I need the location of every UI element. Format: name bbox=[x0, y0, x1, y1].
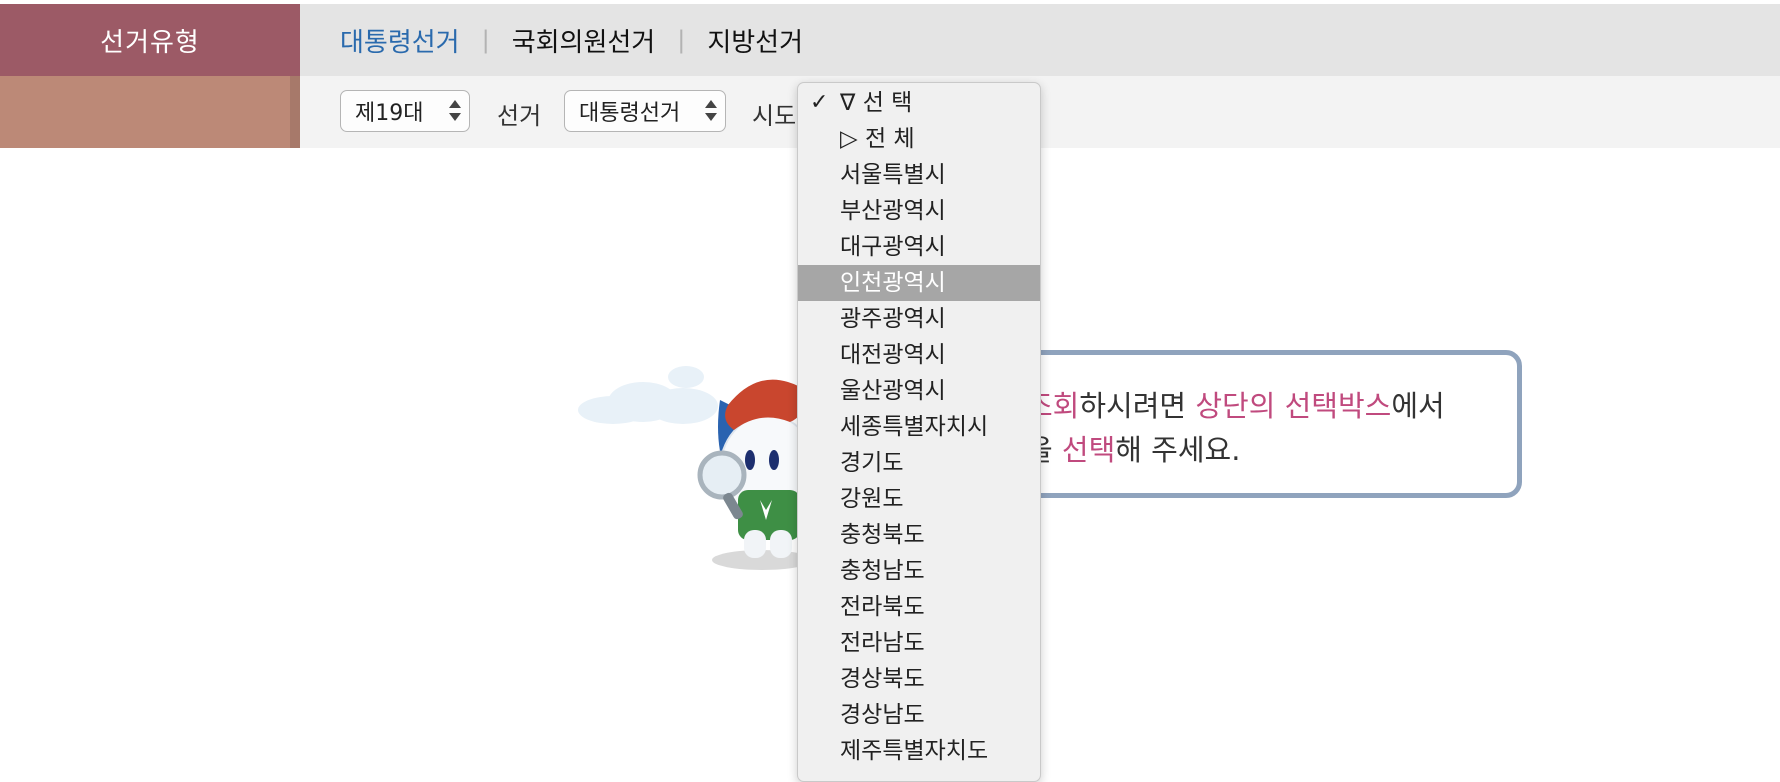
tab-separator: | bbox=[677, 26, 686, 54]
dropdown-option-seoul[interactable]: 서울특별시 bbox=[798, 157, 1040, 193]
dropdown-option-sejong[interactable]: 세종특별자치시 bbox=[798, 409, 1040, 445]
dropdown-option-busan[interactable]: 부산광역시 bbox=[798, 193, 1040, 229]
filter-bar-side-panel bbox=[0, 76, 290, 148]
term-select-value: 제19대 bbox=[355, 101, 424, 126]
dropdown-option-jeonbuk[interactable]: 전라북도 bbox=[798, 589, 1040, 625]
guidance-highlight: 선택 bbox=[1061, 433, 1116, 467]
guidance-message-text: 조회하시려면 상단의 선택박스에서 을 선택해 주세요. bbox=[1026, 384, 1445, 472]
dropdown-option-daejeon[interactable]: 대전광역시 bbox=[798, 337, 1040, 373]
election-type-tabs: 대통령선거 | 국회의원선거 | 지방선거 bbox=[340, 4, 803, 76]
tab-national-assembly[interactable]: 국회의원선거 bbox=[512, 22, 656, 59]
dropdown-option-gwangju[interactable]: 광주광역시 bbox=[798, 301, 1040, 337]
guidance-text: 하시려면 bbox=[1079, 389, 1196, 423]
dropdown-option-jeju[interactable]: 제주특별자치도 bbox=[798, 733, 1040, 769]
dropdown-option-all[interactable]: ▷ 전 체 bbox=[798, 121, 1040, 157]
term-select[interactable]: 제19대 bbox=[340, 90, 470, 132]
dropdown-option-jeonnam[interactable]: 전라남도 bbox=[798, 625, 1040, 661]
tab-separator: | bbox=[481, 26, 490, 54]
region-label: 시도 bbox=[752, 102, 797, 130]
election-select[interactable]: 대통령선거 bbox=[564, 90, 726, 132]
guidance-line-2: 을 선택해 주세요. bbox=[1026, 428, 1445, 472]
dropdown-option-ulsan[interactable]: 울산광역시 bbox=[798, 373, 1040, 409]
dropdown-option-chungbuk[interactable]: 충청북도 bbox=[798, 517, 1040, 553]
tab-presidential[interactable]: 대통령선거 bbox=[340, 22, 460, 59]
dropdown-option-chungnam[interactable]: 충청남도 bbox=[798, 553, 1040, 589]
select-arrows-icon bbox=[705, 100, 717, 122]
dropdown-option-incheon[interactable]: 인천광역시 bbox=[798, 265, 1040, 301]
checkmark-icon: ✓ bbox=[810, 90, 829, 115]
dropdown-option-gyeonggi[interactable]: 경기도 bbox=[798, 445, 1040, 481]
dropdown-option-gyeongbuk[interactable]: 경상북도 bbox=[798, 661, 1040, 697]
filter-bar-side-edge bbox=[290, 76, 300, 148]
dropdown-option-gyeongnam[interactable]: 경상남도 bbox=[798, 697, 1040, 733]
guidance-line-1: 조회하시려면 상단의 선택박스에서 bbox=[1026, 384, 1445, 428]
select-arrows-icon bbox=[449, 100, 461, 122]
election-label: 선거 bbox=[497, 102, 542, 130]
dropdown-option-label: ∇ 선 택 bbox=[840, 90, 913, 116]
tab-local[interactable]: 지방선거 bbox=[707, 22, 803, 59]
election-select-value: 대통령선거 bbox=[579, 101, 681, 126]
guidance-text: 해 주세요. bbox=[1115, 433, 1241, 467]
dropdown-option-daegu[interactable]: 대구광역시 bbox=[798, 229, 1040, 265]
region-dropdown-list[interactable]: ✓ ∇ 선 택 ▷ 전 체 서울특별시 부산광역시 대구광역시 인천광역시 광주… bbox=[797, 82, 1041, 782]
dropdown-option-select-prompt[interactable]: ✓ ∇ 선 택 bbox=[798, 85, 1040, 121]
dropdown-option-gangwon[interactable]: 강원도 bbox=[798, 481, 1040, 517]
guidance-highlight: 상단의 선택박스 bbox=[1195, 389, 1392, 423]
guidance-text: 에서 bbox=[1391, 389, 1445, 423]
election-type-label: 선거유형 bbox=[0, 4, 300, 76]
